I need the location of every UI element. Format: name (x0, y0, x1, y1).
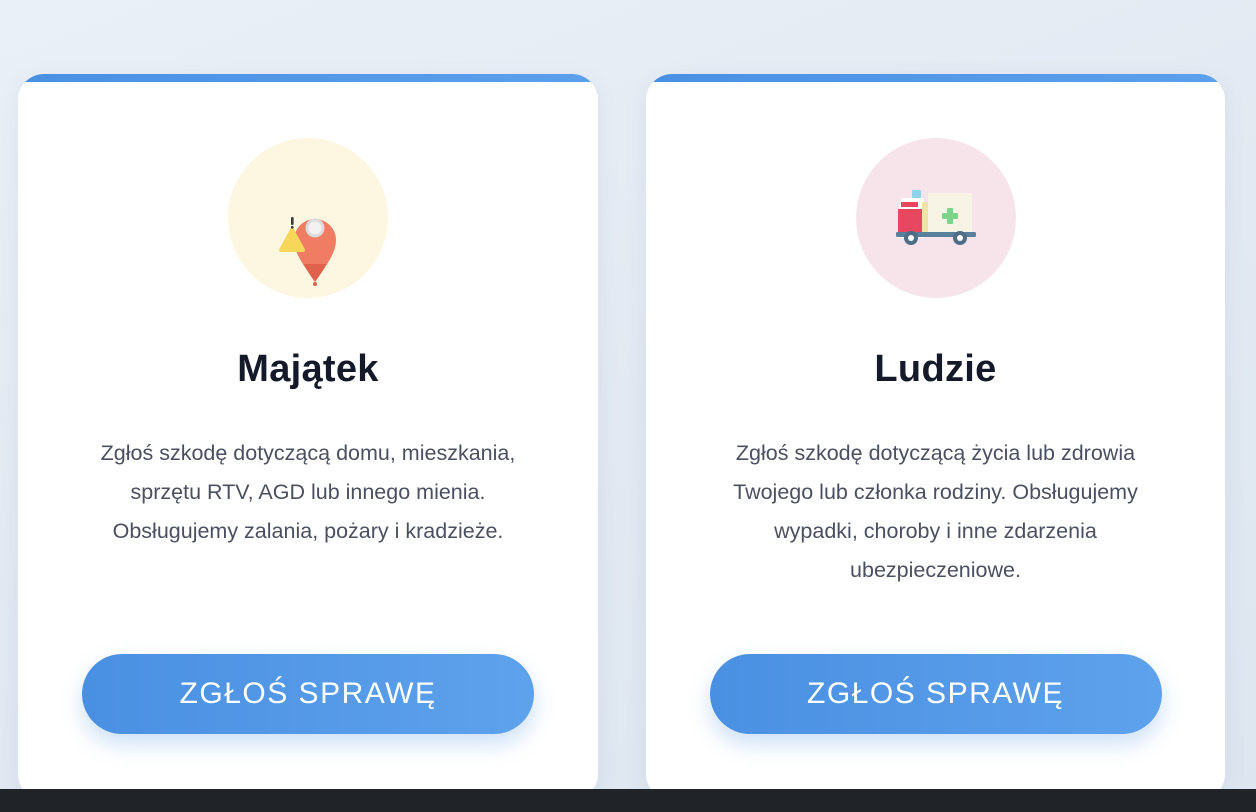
location-pin-warning-icon (279, 217, 336, 286)
people-claim-card: Ludzie Zgłoś szkodę dotyczącą życia lub … (646, 74, 1225, 800)
card-description: Zgłoś szkodę dotyczącą domu, mieszkania,… (100, 441, 516, 543)
people-icon-circle (855, 138, 1016, 298)
card-title: Ludzie (874, 348, 997, 390)
card-description: Zgłoś szkodę dotyczącą życia lub zdrowia… (733, 441, 1138, 582)
report-claim-button-property[interactable]: ZGŁOŚ SPRAWĘ (82, 654, 534, 734)
ambulance-icon (895, 190, 976, 245)
card-accent-bar (646, 74, 1225, 82)
property-claim-card: Majątek Zgłoś szkodę dotyczącą domu, mie… (18, 74, 598, 800)
card-title: Majątek (237, 348, 379, 390)
bottom-bar (0, 789, 1256, 812)
card-accent-bar (18, 74, 598, 82)
property-icon-circle (228, 138, 388, 298)
report-claim-button-people[interactable]: ZGŁOŚ SPRAWĘ (709, 654, 1162, 734)
